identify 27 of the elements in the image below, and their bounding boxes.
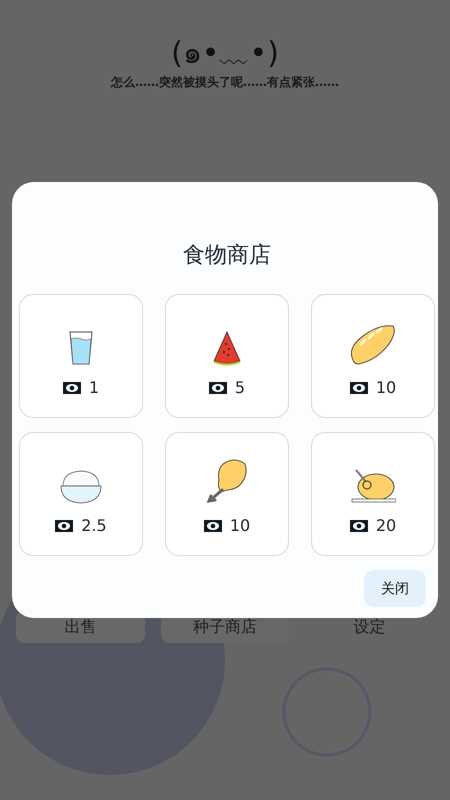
food-item-card[interactable]: 1 (19, 294, 143, 418)
kaomoji-face: (๑•﹏•) (171, 35, 279, 73)
food-item-card[interactable]: 5 (165, 294, 289, 418)
banknote-icon (62, 382, 81, 394)
price-text: 10 (230, 516, 250, 535)
dialog-title: 食物商店 (182, 242, 272, 270)
close-button[interactable]: 关闭 (364, 570, 426, 607)
banknote-icon (208, 382, 227, 394)
price-text: 10 (376, 378, 396, 397)
banknote-icon (350, 520, 368, 532)
banknote-icon (55, 520, 74, 532)
water-glass-icon (68, 330, 94, 366)
speech-text: 怎么……突然被摸头了呢……有点紧张…… (111, 74, 339, 91)
food-item-card[interactable]: 10 (311, 294, 435, 418)
rice-bowl-icon (59, 468, 103, 504)
price-text: 2.5 (81, 516, 107, 535)
food-item-card[interactable]: 10 (165, 432, 289, 556)
price-text: 5 (234, 378, 246, 397)
watermelon-icon (212, 330, 242, 366)
price-text: 20 (376, 516, 396, 535)
drumstick-icon (205, 458, 249, 504)
banknote-icon (350, 382, 368, 394)
roast-chicken-icon (350, 468, 396, 504)
food-item-card[interactable]: 20 (311, 432, 435, 556)
banknote-icon (204, 520, 222, 532)
food-item-card[interactable]: 2.5 (19, 432, 143, 556)
price-text: 1 (88, 378, 100, 397)
